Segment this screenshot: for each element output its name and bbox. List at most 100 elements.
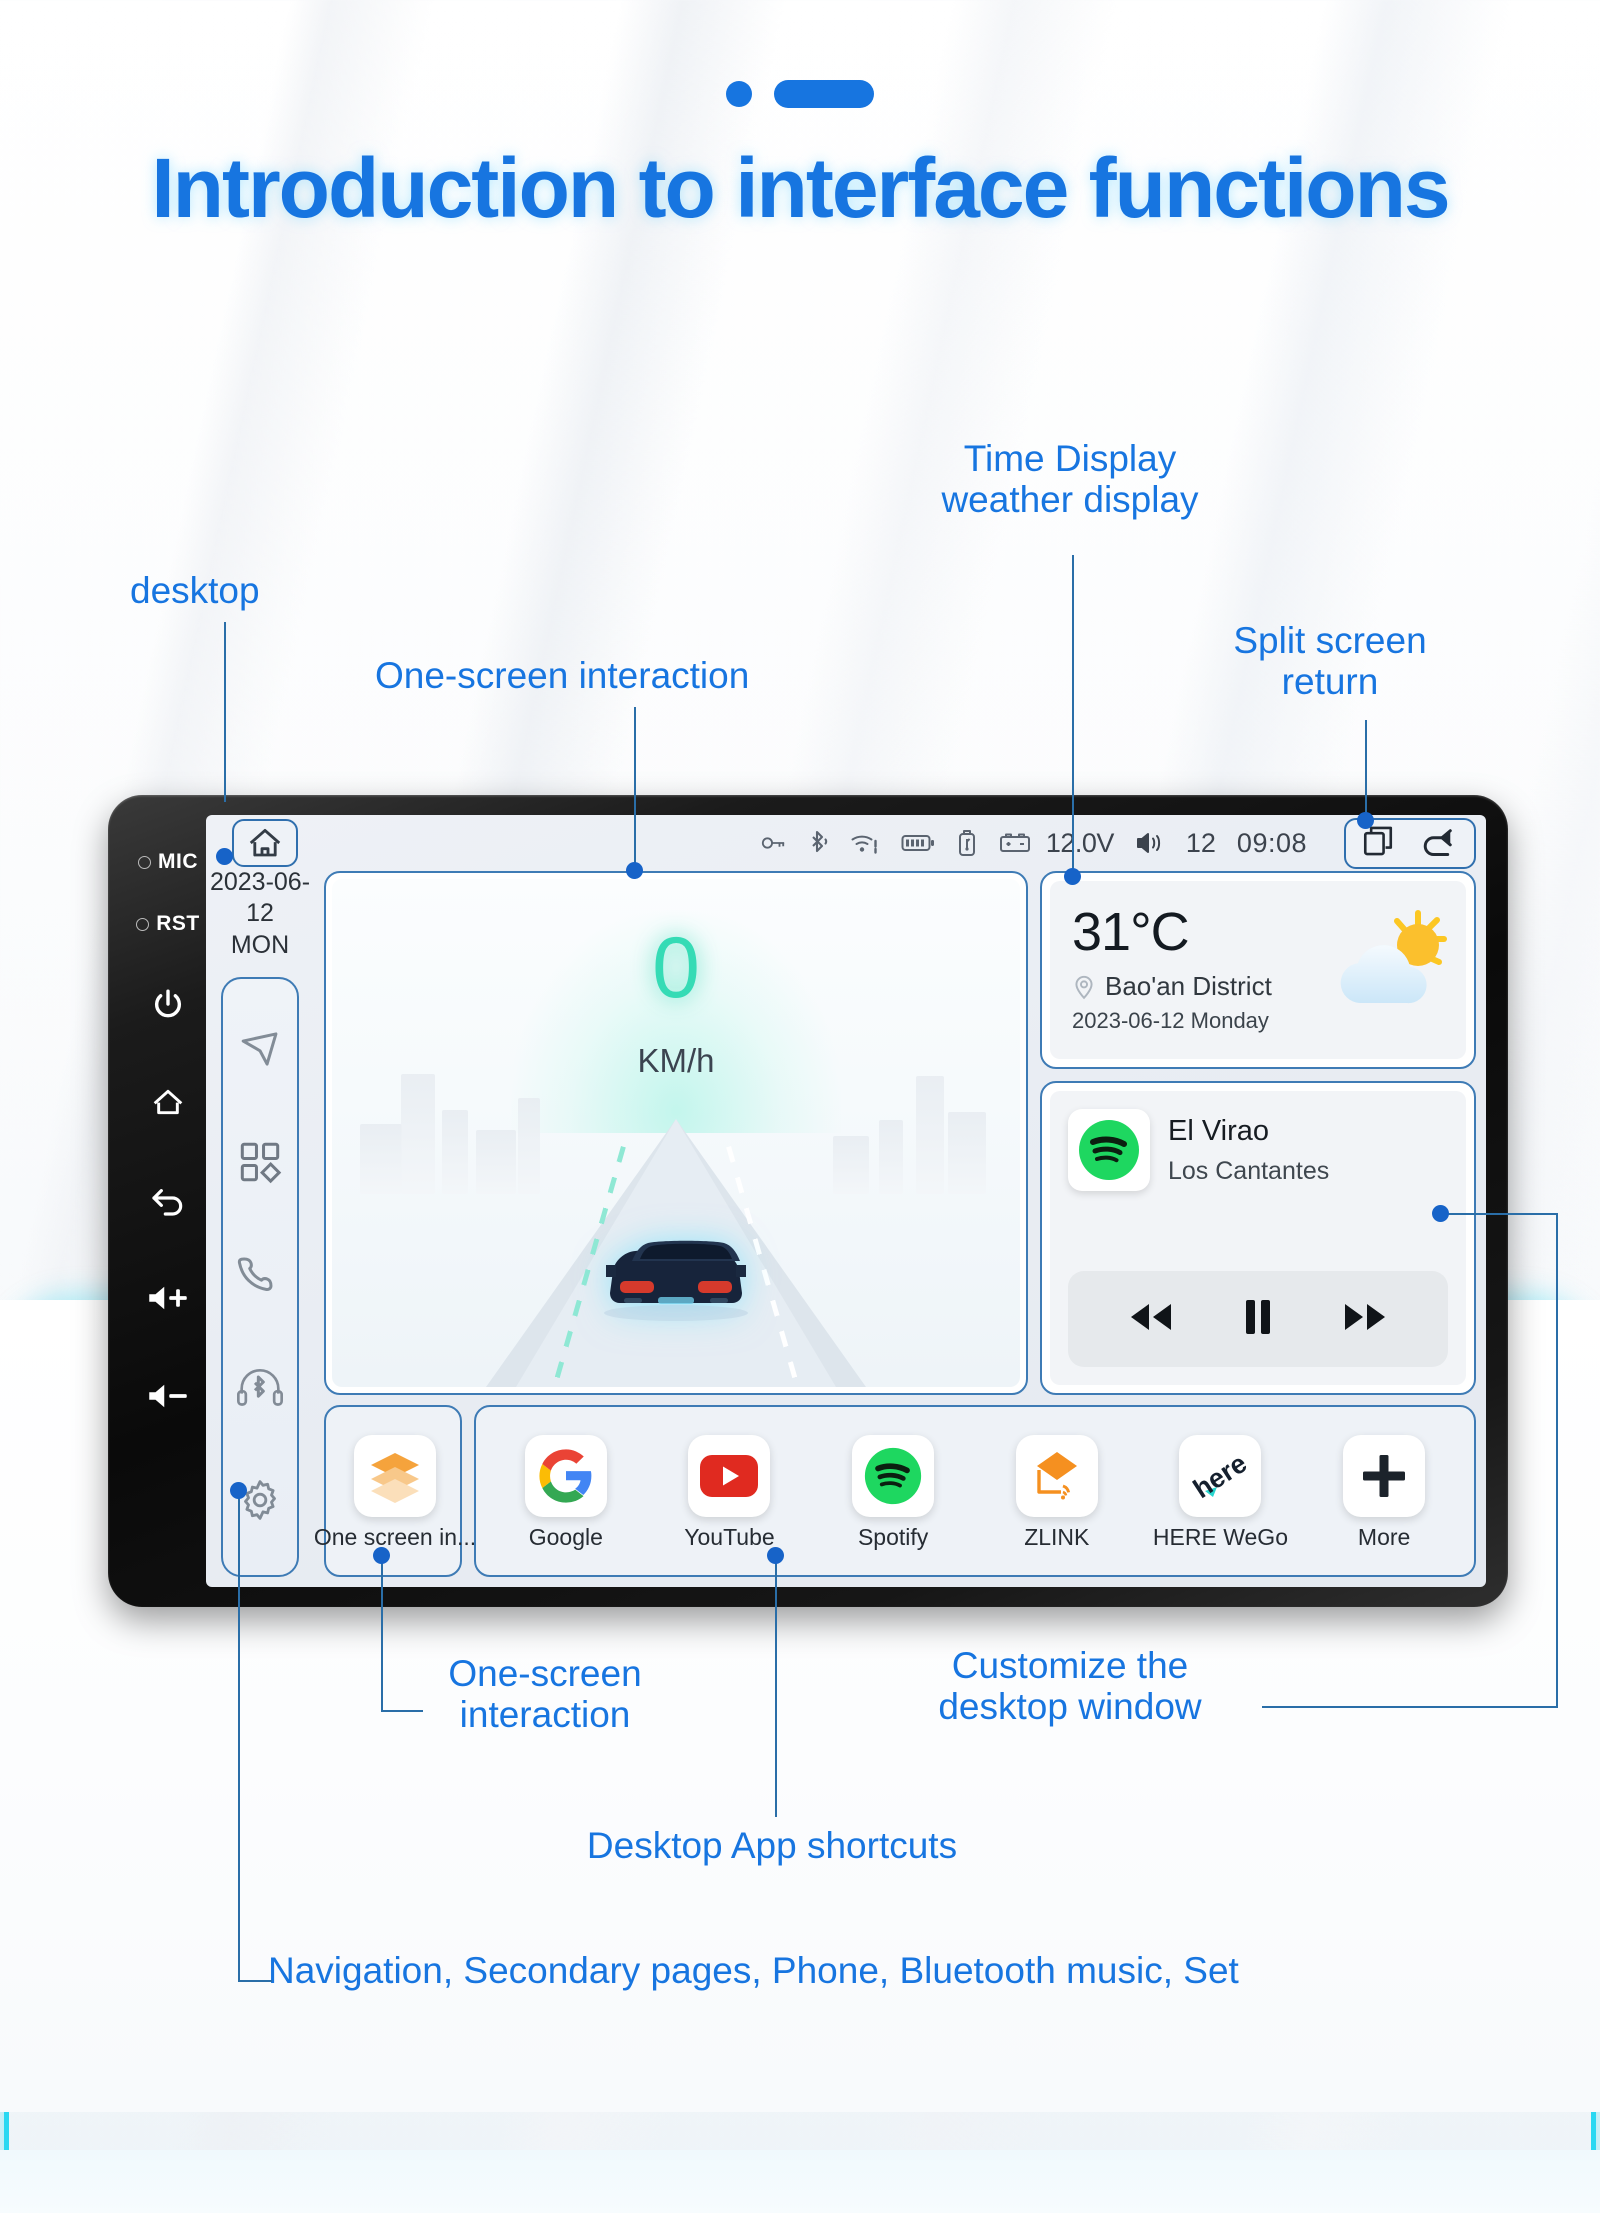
rail-item-phone[interactable]: [237, 1251, 283, 1302]
return-button[interactable]: [1422, 824, 1458, 863]
home-icon: [153, 1089, 183, 1115]
app-icon-wrapper: [354, 1435, 436, 1517]
pause-button[interactable]: [1240, 1297, 1276, 1342]
spotify-icon: [1079, 1120, 1139, 1180]
dock-app-zlink[interactable]: ZLINK: [996, 1435, 1118, 1551]
drive-widget[interactable]: 0 KM/h: [324, 871, 1028, 1395]
power-icon: [155, 989, 181, 1018]
widget-column: 31°C Bao'an District 2023-06-12 Monday E…: [1040, 871, 1476, 1395]
hw-mic-label: MIC: [138, 831, 198, 893]
desktop-main-area: 0 KM/h 31°C Bao'an District 2023-06-12 M…: [314, 871, 1476, 1577]
plus-icon: [1363, 1455, 1406, 1497]
app-icon-wrapper: [1343, 1435, 1426, 1517]
leader-dot-desktop: [216, 848, 233, 865]
next-button[interactable]: [1339, 1300, 1391, 1339]
dock-app-spotify[interactable]: Spotify: [832, 1435, 954, 1551]
leader-nav-h: [238, 1980, 272, 1982]
zlink-icon: [1036, 1452, 1077, 1500]
leader-dot-split-screen: [1357, 812, 1374, 829]
pause-icon: [1245, 1299, 1270, 1334]
dock-app-more[interactable]: More: [1323, 1435, 1445, 1551]
dock-app-here-wego[interactable]: here HERE WeGo: [1153, 1435, 1288, 1551]
car-battery-icon: [999, 833, 1030, 852]
annotation-desktop-app-shortcuts: Desktop App shortcuts: [586, 1825, 958, 1866]
navigation-arrow-icon: [241, 1032, 278, 1066]
building: [879, 1119, 904, 1194]
pinned-app-card: One screen in...: [314, 1405, 476, 1577]
app-label: More: [1357, 1524, 1411, 1550]
annotation-one-screen-interaction-top: One-screen interaction: [375, 655, 750, 696]
date-display: 2023-06-12 MON: [206, 867, 314, 961]
leader-dot-app-shortcuts: [767, 1547, 784, 1564]
leader-dot-one-screen-bottom: [373, 1547, 390, 1564]
dock-app-one-screen-interaction[interactable]: One screen in...: [314, 1435, 476, 1551]
apps-grid-icon: [240, 1142, 282, 1183]
vpn-key-icon: [761, 837, 784, 849]
status-bar: 12.0V 12 09:08: [206, 815, 1486, 871]
speed-unit: KM/h: [637, 1041, 715, 1079]
dock-row: One screen in... Google YouTube Spotify …: [314, 1405, 1476, 1577]
next-icon: [1344, 1303, 1385, 1330]
app-label: Google: [528, 1524, 603, 1550]
battery-icon: [901, 835, 934, 851]
app-icon-wrapper: [852, 1435, 935, 1517]
annotation-split-screen-line1: Split screen: [1233, 620, 1427, 661]
deco-pill-icon: [774, 80, 874, 108]
music-widget[interactable]: El Virao Los Cantantes: [1040, 1081, 1476, 1395]
leader-dot-one-screen-top: [626, 862, 643, 879]
annotation-time-weather-line1: Time Display: [963, 438, 1177, 479]
rail-item-navigation[interactable]: [237, 1026, 283, 1077]
previous-button[interactable]: [1125, 1300, 1177, 1339]
app-label: ZLINK: [1024, 1524, 1090, 1550]
app-label: Spotify: [857, 1524, 929, 1550]
usb-icon: [958, 830, 975, 856]
leader-dot-time-weather: [1064, 868, 1081, 885]
car-head-unit: MIC RST 12.0V 12 09:08 2023-06-12 MON 0 …: [108, 795, 1508, 1607]
clock: 09:08: [1236, 827, 1307, 858]
hw-back-button[interactable]: [149, 1151, 187, 1249]
dock-app-google[interactable]: Google: [505, 1435, 627, 1551]
split-screen-button[interactable]: [1362, 824, 1396, 863]
dock-app-youtube[interactable]: YouTube: [668, 1435, 790, 1551]
leader-dot-customize: [1432, 1205, 1449, 1222]
building: [400, 1073, 435, 1194]
hw-power-button[interactable]: [151, 955, 185, 1053]
sun-behind-cloud-icon: [1340, 910, 1447, 1004]
wifi-icon: [851, 835, 877, 854]
building: [359, 1123, 402, 1194]
building: [947, 1111, 986, 1194]
back-arrow-icon: [152, 1189, 183, 1216]
annotation-one-screen-bottom-line2: interaction: [459, 1694, 631, 1736]
weather-widget[interactable]: 31°C Bao'an District 2023-06-12 Monday: [1040, 871, 1476, 1069]
rail-item-bluetooth-music[interactable]: [235, 1364, 285, 1415]
leader-one-screen-bottom-v: [381, 1555, 383, 1710]
mic-hole-icon: [138, 855, 151, 869]
deco-dot-icon: [726, 81, 752, 107]
layers-icon: [371, 1453, 419, 1503]
bluetooth-icon: [812, 830, 828, 853]
app-icon-wrapper: [688, 1435, 771, 1517]
leader-nav-v: [238, 1490, 240, 1980]
hw-volume-up-button[interactable]: [146, 1249, 190, 1347]
weekday-value: MON: [230, 930, 290, 959]
weather-location: Bao'an District: [1105, 971, 1272, 1001]
annotation-desktop: desktop: [130, 570, 260, 611]
page-title: Introduction to interface functions: [151, 141, 1450, 235]
annotation-customize-desktop-window: Customize the desktop window: [870, 1645, 1270, 1728]
voltage-value: 12.0V: [1045, 827, 1115, 858]
building: [916, 1075, 945, 1194]
date-value: 2023-06-12: [209, 868, 311, 928]
left-side-panel: 2023-06-12 MON: [206, 868, 314, 1577]
head-unit-screen: 12.0V 12 09:08 2023-06-12 MON 0 KM/h 31°…: [206, 815, 1486, 1587]
leader-desktop: [224, 622, 226, 802]
spotify-icon: [865, 1447, 922, 1505]
leader-time-weather: [1072, 555, 1074, 875]
screen-home-button[interactable]: [232, 819, 298, 867]
hw-home-button[interactable]: [150, 1053, 186, 1151]
leader-customize-h2: [1440, 1213, 1558, 1215]
annotation-one-screen-bottom-line1: One-screen: [448, 1653, 642, 1694]
rail-item-secondary-pages[interactable]: [237, 1139, 283, 1190]
volume-value: 12: [1185, 827, 1216, 858]
music-controls: [1068, 1271, 1448, 1367]
hw-volume-down-button[interactable]: [146, 1347, 190, 1445]
